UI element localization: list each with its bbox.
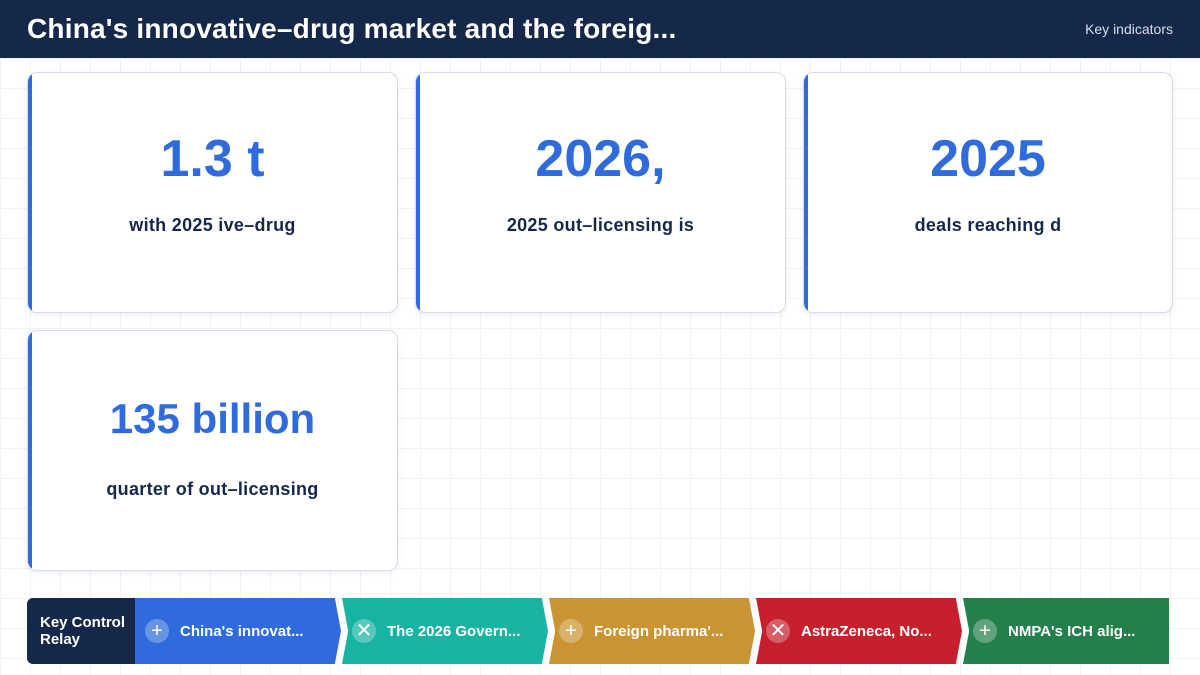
relay-step-label: The 2026 Govern... [387,622,521,640]
relay-step-label: NMPA's ICH alig... [1008,622,1136,640]
relay-step[interactable]: + Foreign pharma'... [549,598,755,664]
metric-card: 1.3 t with 2025 ive–drug [27,72,398,313]
relay-label: Key Control Relay [27,598,135,664]
metric-value: 135 billion [109,395,316,442]
close-icon: ✕ [352,619,376,643]
metric-card: 2026, 2025 out–licensing is [415,72,786,313]
top-bar: China's innovative–drug market and the f… [0,0,1200,58]
metric-caption: 2025 out–licensing is [506,215,695,235]
plus-icon: + [145,619,169,643]
metric-card: 135 billion quarter of out–licensing [27,330,398,571]
relay-step[interactable]: + China's innovat... [135,598,341,664]
close-icon: ✕ [766,619,790,643]
metric-value: 2025 [930,130,1046,188]
relay-step-label: China's innovat... [180,622,304,640]
page-title: China's innovative–drug market and the f… [27,13,677,44]
plus-icon: + [559,619,583,643]
metric-caption: with 2025 ive–drug [129,215,296,235]
metric-value: 2026, [535,130,666,188]
plus-icon: + [973,619,997,643]
control-relay: Key Control Relay + China's innovat... ✕… [27,598,1170,664]
metric-caption: quarter of out–licensing [106,479,319,499]
relay-step-label: AstraZeneca, No... [801,622,932,640]
section-tag: Key indicators [1085,21,1173,37]
metric-card: 2025 deals reaching d [803,72,1173,313]
relay-step[interactable]: + NMPA's ICH alig... [963,598,1169,664]
relay-step[interactable]: ✕ The 2026 Govern... [342,598,548,664]
metric-caption: deals reaching d [914,215,1062,235]
metric-value: 1.3 t [160,130,265,188]
relay-step-label: Foreign pharma'... [594,622,724,640]
relay-step[interactable]: ✕ AstraZeneca, No... [756,598,962,664]
